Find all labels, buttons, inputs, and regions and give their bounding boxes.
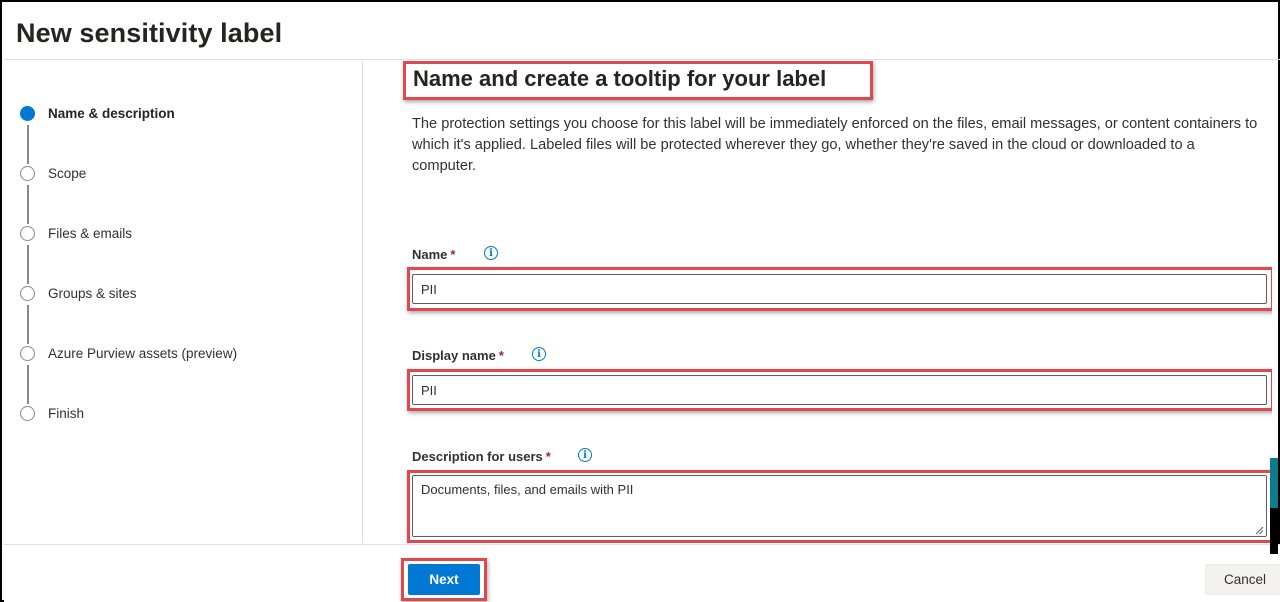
step-circle-icon bbox=[20, 225, 35, 241]
panel-header: New sensitivity label bbox=[4, 4, 1280, 60]
step-connector bbox=[27, 185, 29, 224]
required-mark: * bbox=[450, 247, 456, 262]
scrollbar-thumb[interactable] bbox=[1270, 458, 1278, 508]
window-frame: New sensitivity label Name & description… bbox=[0, 0, 1280, 602]
step-label: Scope bbox=[48, 165, 87, 181]
info-icon[interactable]: i bbox=[484, 246, 498, 260]
description-label: Description for users * bbox=[412, 449, 551, 464]
step-circle-icon bbox=[20, 405, 35, 421]
info-icon[interactable]: i bbox=[578, 448, 592, 462]
section-title: Name and create a tooltip for your label bbox=[413, 66, 827, 91]
step-azure-purview-assets[interactable]: Azure Purview assets (preview) bbox=[20, 343, 237, 363]
step-label: Finish bbox=[48, 405, 85, 421]
main-content: Name and create a tooltip for your label… bbox=[364, 61, 1272, 543]
step-groups-sites[interactable]: Groups & sites bbox=[20, 283, 137, 303]
step-connector bbox=[27, 245, 29, 284]
section-description: The protection settings you choose for t… bbox=[412, 116, 1258, 174]
step-finish[interactable]: Finish bbox=[20, 403, 84, 423]
name-label: Name * bbox=[412, 247, 456, 262]
panel-footer: Next Cancel bbox=[4, 544, 1280, 602]
page-title: New sensitivity label bbox=[16, 18, 283, 48]
step-connector bbox=[27, 305, 29, 344]
step-circle-icon bbox=[20, 165, 35, 181]
step-circle-icon bbox=[20, 105, 35, 121]
next-button[interactable]: Next bbox=[408, 564, 480, 595]
required-mark: * bbox=[545, 449, 551, 464]
name-input[interactable] bbox=[412, 274, 1267, 304]
wizard-steps: Name & description Scope Files & emails … bbox=[4, 61, 363, 543]
resize-grip-icon[interactable] bbox=[1255, 526, 1264, 535]
required-mark: * bbox=[498, 348, 504, 363]
step-label: Files & emails bbox=[48, 225, 133, 241]
display-name-label: Display name * bbox=[412, 348, 504, 363]
step-connector bbox=[27, 125, 29, 164]
description-textarea[interactable]: Documents, files, and emails with PII bbox=[412, 475, 1267, 537]
step-files-emails[interactable]: Files & emails bbox=[20, 223, 132, 243]
step-label: Azure Purview assets (preview) bbox=[48, 345, 238, 361]
step-circle-icon bbox=[20, 285, 35, 301]
step-name-description[interactable]: Name & description bbox=[20, 103, 175, 123]
step-label: Groups & sites bbox=[48, 285, 137, 301]
step-connector bbox=[27, 365, 29, 404]
display-name-input[interactable] bbox=[412, 375, 1267, 405]
cancel-button[interactable]: Cancel bbox=[1205, 564, 1280, 595]
step-circle-icon bbox=[20, 345, 35, 361]
info-icon[interactable]: i bbox=[532, 347, 546, 361]
step-scope[interactable]: Scope bbox=[20, 163, 86, 183]
step-label: Name & description bbox=[48, 105, 175, 121]
